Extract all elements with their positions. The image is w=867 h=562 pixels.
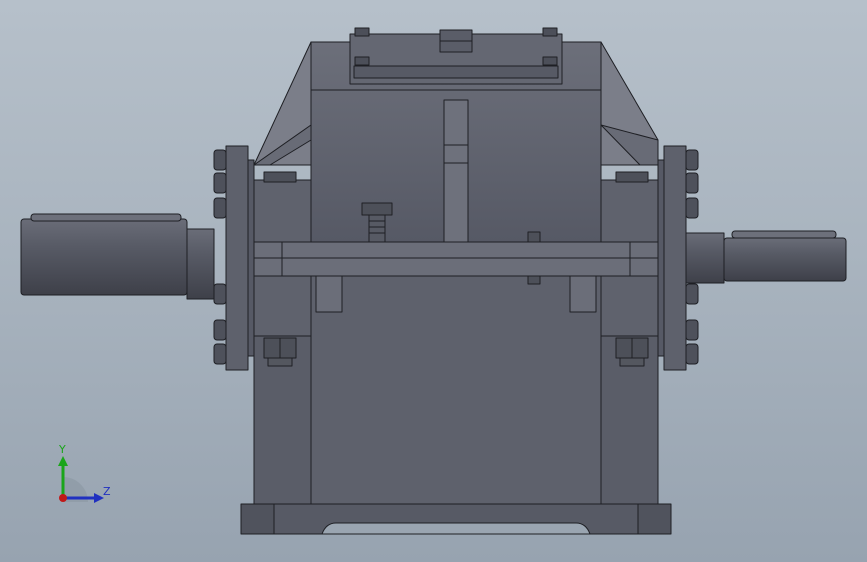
left-shaft [20, 218, 188, 296]
right-shaft-key [731, 230, 837, 239]
right-bearing-cap [663, 145, 687, 371]
right-shaft [723, 237, 847, 282]
left-bearing-cap [225, 145, 249, 371]
triad-z-label: Z [103, 485, 111, 498]
gearbox-model[interactable] [0, 0, 867, 562]
flange-bolt-head [361, 202, 393, 216]
triad-y-label: Y [59, 443, 66, 456]
split-flange [247, 241, 665, 277]
graphics-viewport[interactable]: Y Z [0, 0, 867, 562]
left-shaft-key [30, 213, 182, 222]
center-rib [443, 99, 469, 243]
x-axis-dot [59, 494, 67, 502]
